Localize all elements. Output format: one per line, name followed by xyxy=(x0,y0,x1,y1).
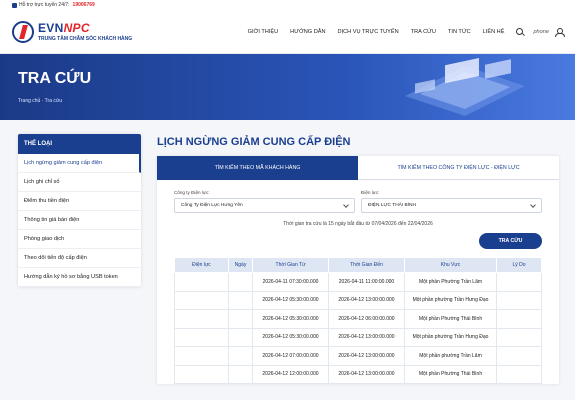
site-header: EVNNPC TRUNG TÂM CHĂM SÓC KHÁCH HÀNG GIỚ… xyxy=(0,10,575,54)
section-title: LỊCH NGỪNG GIẢM CUNG CẤP ĐIỆN xyxy=(157,136,351,148)
table-row: 2026-04-11 07:30:00.000 2026-04-11 11:00:… xyxy=(174,272,542,292)
col-khu-vuc: Khu Vực xyxy=(404,257,497,273)
table-row: 2026-04-12 05:30:00.000 2026-04-12 06:00:… xyxy=(174,309,542,329)
page-banner: TRA CỨU Trang chủ · Tra cứu xyxy=(0,54,575,120)
search-icon[interactable] xyxy=(516,28,524,35)
outage-table: Điện lực Ngày Thời Gian Từ Thời Gian Đến… xyxy=(174,257,542,384)
nav-dich-vu[interactable]: DỊCH VỤ TRỰC TUYẾN xyxy=(338,29,399,35)
sidebar-item-usb-token[interactable]: Hướng dẫn ký hồ sơ bằng USB token xyxy=(18,268,141,287)
sidebar-header: THỂ LOẠI xyxy=(18,134,141,154)
chevron-down-icon xyxy=(343,201,349,208)
sidebar-item-diem-thu-tien[interactable]: Điểm thu tiền điện xyxy=(18,192,141,211)
hotline-number[interactable]: 19006769 xyxy=(73,2,95,8)
banner-illustration xyxy=(405,58,525,116)
branch-label: Điện lực: xyxy=(361,190,380,195)
col-thoi-gian-den: Thời Gian Đến xyxy=(328,257,405,273)
col-thoi-gian-tu: Thời Gian Từ xyxy=(252,257,329,273)
table-row: 2026-04-12 07:00:00.000 2026-04-12 13:00:… xyxy=(174,346,542,366)
table-row: 2026-04-12 05:30:00.000 2026-04-12 13:00:… xyxy=(174,290,542,310)
nav-gioi-thieu[interactable]: GIỚI THIỆU xyxy=(248,29,279,35)
nav-tin-tuc[interactable]: TIN TỨC xyxy=(448,29,471,35)
nav-tra-cuu[interactable]: TRA CỨU xyxy=(411,29,436,35)
col-ly-do: Lý Do xyxy=(496,257,542,273)
table-row: 2026-04-12 05:30:00.000 2026-04-12 13:00:… xyxy=(174,327,542,347)
nav-lien-he[interactable]: LIÊN HỆ xyxy=(483,29,505,35)
sidebar-item-lich-ghi-chi-so[interactable]: Lịch ghi chỉ số xyxy=(18,173,141,192)
sidebar-item-gia-ban-dien[interactable]: Thông tin giá bán điện xyxy=(18,211,141,230)
user-icon[interactable] xyxy=(555,27,565,37)
sidebar-item-lich-ngung-giam[interactable]: Lịch ngừng giảm cung cấp điện xyxy=(18,154,141,173)
phone-icon xyxy=(12,2,17,8)
evn-logo[interactable]: EVNNPC TRUNG TÂM CHĂM SÓC KHÁCH HÀNG xyxy=(12,20,133,43)
tab-by-customer-code[interactable]: TÌM KIẾM THEO MÃ KHÁCH HÀNG xyxy=(157,156,358,180)
support-label: Hỗ trợ trực tuyến 24/7: xyxy=(19,2,70,8)
branch-value: ĐIỆN LỰC THÁI BÌNH xyxy=(368,203,416,208)
tab-by-company[interactable]: TÌM KIẾM THEO CÔNG TY ĐIỆN LỰC - ĐIỆN LỰ… xyxy=(358,156,559,180)
sidebar-item-phong-giao-dich[interactable]: Phòng giao dịch xyxy=(18,230,141,249)
company-label: Công ty Điện lực: xyxy=(174,190,210,195)
top-support-bar: Hỗ trợ trực tuyến 24/7: 19006769 xyxy=(0,0,575,10)
nav-huong-dan[interactable]: HƯỚNG DẪN xyxy=(290,29,325,35)
logo-brand: EVNNPC xyxy=(38,21,90,35)
main-nav: GIỚI THIỆU HƯỚNG DẪN DỊCH VỤ TRỰC TUYẾN … xyxy=(236,27,565,37)
category-sidebar: THỂ LOẠI Lịch ngừng giảm cung cấp điện L… xyxy=(18,134,141,287)
sidebar-item-tien-do-cap-dien[interactable]: Theo dõi tiến độ cấp điện xyxy=(18,249,141,268)
chevron-down-icon xyxy=(530,201,536,208)
logo-subtitle: TRUNG TÂM CHĂM SÓC KHÁCH HÀNG xyxy=(38,36,133,42)
company-select[interactable]: Công Ty Điện Lực Hưng Yên xyxy=(174,198,355,213)
col-dien-luc: Điện lực xyxy=(174,257,229,273)
table-row: 2026-04-12 12:00:00.000 2026-04-12 13:00:… xyxy=(174,364,542,384)
phone-link[interactable]: phone xyxy=(533,29,549,35)
col-ngay: Ngày xyxy=(228,257,253,273)
search-panel: TÌM KIẾM THEO MÃ KHÁCH HÀNG TÌM KIẾM THE… xyxy=(157,156,559,384)
branch-select[interactable]: ĐIỆN LỰC THÁI BÌNH xyxy=(361,198,542,213)
evn-logo-icon xyxy=(12,20,34,43)
company-value: Công Ty Điện Lực Hưng Yên xyxy=(181,203,243,208)
search-period-note: Thời gian tra cứu là 15 ngày bắt đầu từ … xyxy=(283,221,433,227)
search-button[interactable]: TRA CỨU xyxy=(479,233,542,249)
